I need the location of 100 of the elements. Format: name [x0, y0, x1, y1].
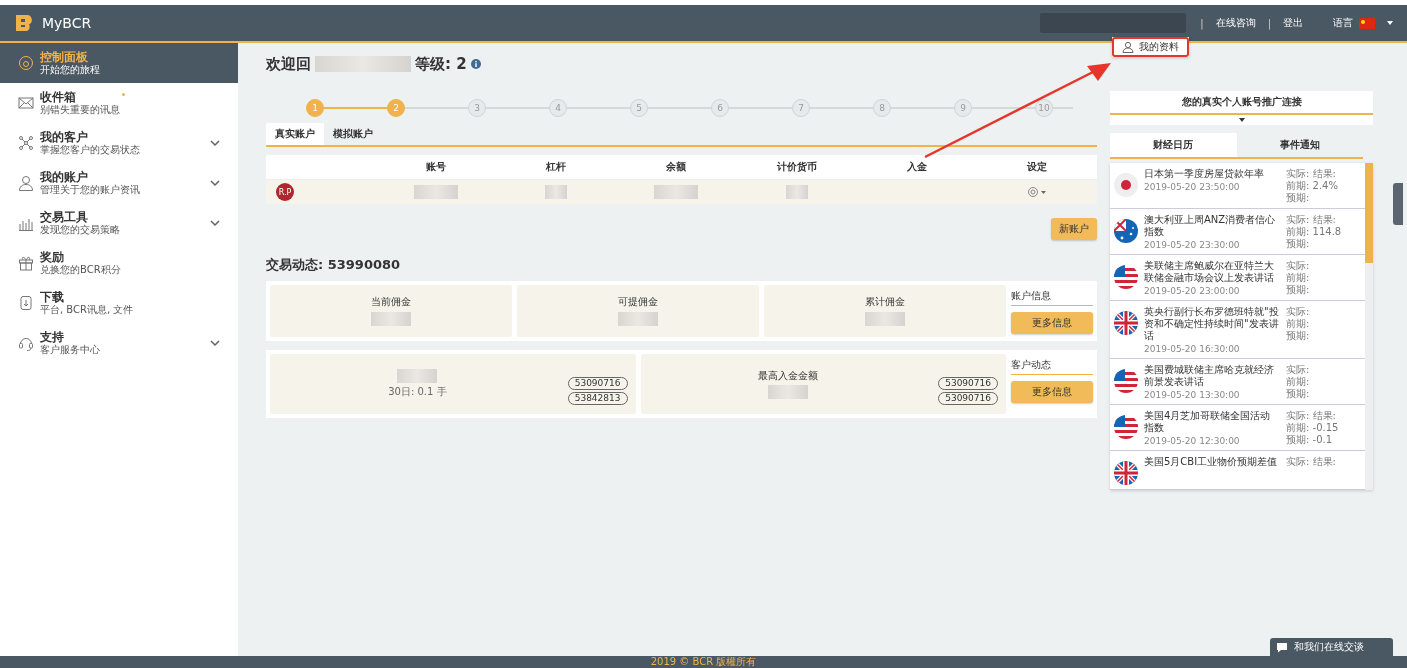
- activity-heading: 交易动态: 53990080: [266, 256, 402, 274]
- calendar-entry[interactable]: 美联储主席鲍威尔在亚特兰大联储金融市场会议上发表讲话 2019-05-20 23:00:00 实际: 前期: 预期:: [1110, 255, 1365, 301]
- level-step: 3: [468, 99, 486, 117]
- level-text: 等级: 2: [415, 54, 467, 74]
- event-stat: 前期:: [1286, 318, 1310, 330]
- gauge-icon: [18, 55, 34, 71]
- blurred-value: [545, 185, 568, 199]
- column-header: 账号: [425, 160, 448, 174]
- event-stat: 实际:: [1286, 260, 1310, 272]
- caret-icon[interactable]: [1238, 118, 1245, 122]
- network-icon: [18, 135, 34, 151]
- account-badge: R.P: [276, 183, 294, 201]
- flag-icon: [1359, 17, 1375, 29]
- nav-subtitle: 兑换您的BCR积分: [40, 264, 121, 276]
- event-stat: 前期: 114.8: [1286, 226, 1342, 238]
- blurred-value: [865, 312, 905, 326]
- calendar-entry[interactable]: 日本第一季度房屋贷款年率 2019-05-20 23:50:00 实际: 结果: 前期: 2.4% 预期:: [1110, 163, 1365, 209]
- nav-title: 下载: [40, 290, 65, 304]
- sidebar-item[interactable]: 支持 客户服务中心: [0, 323, 238, 363]
- account-tab[interactable]: 模拟账户: [324, 123, 382, 145]
- calendar-entry[interactable]: 英央行副行长布罗德班特就"投资和不确定性持续时间"发表讲话 2019-05-20 16:30:00 实际: 前期: 预期:: [1110, 301, 1365, 359]
- new-account-button[interactable]: 新账户: [1051, 218, 1097, 240]
- nav-subtitle: 开始您的旅程: [40, 64, 100, 76]
- brand-name: MyBCR: [42, 15, 92, 31]
- more-info-button[interactable]: 更多信息: [1011, 381, 1093, 403]
- striped-flag-icon: [1114, 415, 1138, 439]
- gift-icon: [18, 255, 34, 271]
- more-info-button[interactable]: 更多信息: [1011, 312, 1093, 334]
- nav-title: 我的客户: [40, 130, 89, 144]
- caret-icon[interactable]: [1387, 21, 1393, 25]
- striped-flag-icon: [1114, 265, 1138, 289]
- headset-icon: [18, 335, 34, 351]
- sidebar-item[interactable]: 奖励 兑换您的BCR积分: [0, 243, 238, 283]
- nav-title: 支持: [40, 330, 65, 344]
- info-icon[interactable]: [470, 59, 481, 69]
- event-time: 2019-05-20 23:00:00: [1144, 286, 1241, 296]
- event-title: 日本第一季度房屋贷款年率: [1144, 168, 1265, 180]
- scrollbar-thumb[interactable]: [1365, 163, 1373, 263]
- calendar-entry[interactable]: 美国4月芝加哥联储全国活动指数 2019-05-20 12:30:00 实际: 结果: 前期: -0.15 预期: -0.1: [1110, 405, 1365, 451]
- event-time: 2019-05-20 23:30:00: [1144, 240, 1241, 250]
- account-tab[interactable]: 真实账户: [266, 123, 324, 145]
- copyright-text: 2019 © BCR 版權所有: [650, 655, 757, 668]
- stat-label: 当前佣金: [371, 295, 411, 309]
- blurred-value: [767, 385, 808, 399]
- nav-title: 控制面板: [40, 50, 89, 64]
- sidebar-item[interactable]: 我的账户 管理关于您的账户资讯: [0, 163, 238, 203]
- separator: |: [1267, 17, 1271, 29]
- language-menu[interactable]: 语言: [1333, 16, 1353, 30]
- star-flag-icon: [1114, 219, 1138, 243]
- sidebar-item[interactable]: 交易工具 发现您的交易策略: [0, 203, 238, 243]
- separator: |: [1200, 17, 1204, 29]
- user-icon: [18, 175, 34, 191]
- nav-title: 收件箱: [40, 90, 77, 104]
- sidebar-item[interactable]: 我的客户 掌握您客户的交易状态: [0, 123, 238, 163]
- event-stat: 实际: 结果:: [1286, 410, 1337, 422]
- calendar-entry[interactable]: 美国费城联储主席哈克就经济前景发表讲话 2019-05-20 13:30:00 实际: 前期: 预期:: [1110, 359, 1365, 405]
- side-handle[interactable]: [1393, 183, 1403, 225]
- cross-flag-icon: [1114, 461, 1138, 485]
- nav-title: 我的账户: [40, 170, 89, 184]
- event-stat: 预期:: [1286, 284, 1310, 296]
- stat-label: 累计佣金: [865, 295, 905, 309]
- level-step: 4: [549, 99, 567, 117]
- event-stat: 预期: -0.1: [1286, 434, 1334, 446]
- event-time: 2019-05-20 23:50:00: [1144, 182, 1241, 192]
- calendar-entry[interactable]: 美国5月CBI工业物价预期差值 实际: 结果:: [1110, 451, 1365, 490]
- event-stat: 实际:: [1286, 364, 1310, 376]
- level-step: 5: [630, 99, 648, 117]
- event-time: 2019-05-20 13:30:00: [1144, 390, 1241, 400]
- blurred-value: [371, 312, 411, 326]
- header-link[interactable]: 登出: [1283, 16, 1303, 30]
- settings-icon[interactable]: [1026, 186, 1047, 198]
- level-step: 7: [792, 99, 810, 117]
- level-step: 1: [306, 99, 324, 117]
- event-stat: 实际: 结果:: [1286, 214, 1337, 226]
- event-stat: 实际: 结果:: [1286, 168, 1337, 180]
- calendar-tab[interactable]: 事件通知: [1236, 133, 1363, 157]
- header-link[interactable]: 在线咨询: [1215, 16, 1256, 30]
- blurred-value: [785, 185, 808, 199]
- live-chat-button[interactable]: 和我们在线交谈: [1270, 638, 1393, 656]
- event-title: 澳大利亚上周ANZ消费者信心指数: [1144, 214, 1277, 238]
- cross-flag-icon: [1114, 311, 1138, 335]
- event-stat: 预期:: [1286, 192, 1311, 204]
- event-stat: 前期: -0.15: [1286, 422, 1339, 434]
- event-title: 美国5月CBI工业物价预期差值: [1144, 456, 1279, 468]
- level-step: 10: [1035, 99, 1053, 117]
- sidebar-item[interactable]: 下载 平台, BCR讯息, 文件: [0, 283, 238, 323]
- nav-subtitle: 管理关于您的账户资讯: [40, 184, 140, 196]
- calendar-entry[interactable]: 澳大利亚上周ANZ消费者信心指数 2019-05-20 23:30:00 实际: 结果: 前期: 114.8 预期:: [1110, 209, 1365, 255]
- calendar-tab[interactable]: 财经日历: [1110, 133, 1237, 157]
- mail-icon: [18, 95, 34, 111]
- striped-flag-icon: [1114, 369, 1138, 393]
- nav-title: 奖励: [40, 250, 65, 264]
- event-title: 英央行副行长布罗德班特就"投资和不确定性持续时间"发表讲话: [1144, 306, 1280, 342]
- nav-subtitle: 掌握您客户的交易状态: [40, 144, 140, 156]
- sidebar-item[interactable]: 收件箱 别错失重要的讯息: [0, 83, 238, 123]
- level-step: 9: [954, 99, 972, 117]
- event-stat: 预期:: [1286, 388, 1310, 400]
- sidebar-item[interactable]: 控制面板 开始您的旅程: [0, 43, 238, 83]
- blurred-value: [618, 312, 658, 326]
- profile-menu-item[interactable]: 我的资料: [1112, 37, 1189, 57]
